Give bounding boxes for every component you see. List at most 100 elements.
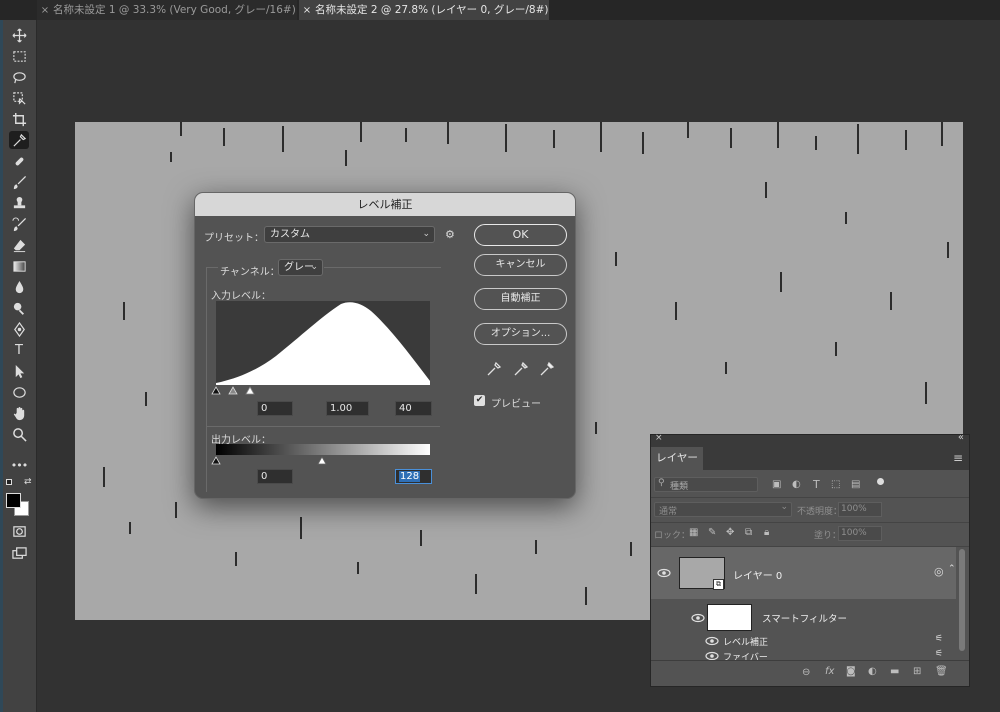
quick-mask-icon[interactable] (9, 522, 29, 540)
dodge-icon[interactable] (9, 299, 29, 317)
auto-button[interactable]: 自動補正 (474, 288, 567, 310)
opacity-field[interactable]: 100% (838, 502, 882, 517)
filter-row-levels[interactable]: レベル補正 ⚟ (651, 634, 956, 648)
marquee-icon[interactable] (9, 47, 29, 65)
smart-object-filter-icon[interactable]: ▤ (851, 479, 860, 490)
link-layers-icon[interactable]: ⊖ (802, 667, 810, 678)
lasso-icon[interactable] (9, 68, 29, 86)
white-point-eyedropper-icon[interactable] (539, 361, 555, 377)
blend-mode-select[interactable]: 通常 ⌄ (654, 502, 792, 517)
foreground-color-swatch[interactable] (6, 493, 21, 508)
lock-position-icon[interactable]: ✥ (726, 527, 734, 538)
visibility-eye-icon[interactable] (691, 613, 705, 623)
type-filter-icon[interactable]: T (813, 478, 820, 491)
texture-fiber (505, 124, 507, 152)
cancel-button[interactable]: キャンセル (474, 254, 567, 276)
channel-label: チャンネル： (220, 267, 280, 278)
blending-options-icon[interactable]: ⚟ (935, 649, 943, 659)
input-black-field[interactable]: 0 (257, 401, 293, 416)
fieldset-divider (206, 426, 440, 427)
layers-scrollbar[interactable] (959, 549, 965, 651)
output-sliders[interactable] (210, 455, 330, 465)
blur-icon[interactable] (9, 278, 29, 296)
default-colors-icon[interactable] (6, 479, 12, 485)
expand-chevron-icon[interactable]: ⌃ (948, 564, 956, 574)
zoom-icon[interactable] (9, 425, 29, 443)
lock-image-icon[interactable]: ✎ (708, 527, 716, 538)
lock-artboard-icon[interactable]: ⧉ (745, 527, 752, 538)
type-icon[interactable]: T (9, 341, 29, 359)
gear-icon[interactable]: ⚙ (445, 228, 459, 242)
crop-icon[interactable] (9, 110, 29, 128)
color-swap-controls[interactable]: ⇄ (6, 477, 34, 489)
levels-dialog: レベル補正 プリセット： カスタム ⌄ ⚙ チャンネル： グレー ⌄ 入力レベル… (194, 192, 576, 499)
pen-icon[interactable] (9, 320, 29, 338)
channel-select[interactable]: グレー ⌄ (278, 259, 323, 276)
shape-icon[interactable] (9, 383, 29, 401)
more-icon[interactable]: ••• (9, 456, 29, 474)
adjustment-filter-icon[interactable]: ◐ (792, 479, 801, 490)
object-select-icon[interactable] (9, 89, 29, 107)
lock-all-icon[interactable]: 🔒︎ (764, 527, 769, 538)
preset-select[interactable]: カスタム ⌄ (264, 226, 435, 243)
history-brush-icon[interactable] (9, 215, 29, 233)
black-point-eyedropper-icon[interactable] (486, 361, 502, 377)
fill-field[interactable]: 100% (838, 526, 882, 541)
trash-icon[interactable]: 🗑︎ (935, 666, 948, 677)
fieldset-border (206, 267, 218, 268)
input-white-field[interactable]: 40 (395, 401, 432, 416)
toolbar-edge (0, 20, 3, 712)
adjustment-layer-icon[interactable]: ◐ (868, 666, 877, 677)
tab-close-icon[interactable]: × (37, 1, 53, 20)
smart-filter-row[interactable]: スマートフィルター (651, 601, 956, 633)
hand-icon[interactable] (9, 404, 29, 422)
healing-icon[interactable] (9, 152, 29, 170)
gray-point-eyedropper-icon[interactable] (513, 361, 529, 377)
preset-label: プリセット： (204, 233, 264, 244)
layer-row-layer-0[interactable]: ⧉ レイヤー 0 ◎ ⌃ (651, 547, 956, 599)
document-tab-2[interactable]: × 名称未設定 2 @ 27.8% (レイヤー 0, グレー/8#) * (299, 0, 549, 20)
preview-label: プレビュー (491, 399, 541, 410)
color-swatches[interactable] (6, 493, 32, 519)
ok-button[interactable]: OK (474, 224, 567, 246)
texture-fiber (941, 122, 943, 146)
shape-filter-icon[interactable]: ⬚ (831, 479, 840, 490)
image-filter-icon[interactable]: ▣ (772, 479, 781, 490)
eyedropper-icon[interactable] (9, 131, 29, 149)
swap-colors-icon[interactable]: ⇄ (24, 477, 32, 487)
output-black-field[interactable]: 0 (257, 469, 293, 484)
tab-label: 名称未設定 1 @ 33.3% (Very Good, グレー/16#) * (53, 4, 297, 16)
output-white-field[interactable]: 128 (395, 469, 432, 484)
texture-fiber (675, 302, 677, 320)
new-layer-icon[interactable]: ⊞ (913, 666, 921, 677)
gradient-icon[interactable] (9, 257, 29, 275)
fx-icon[interactable]: fx (825, 666, 834, 677)
new-group-icon[interactable]: ▬ (890, 666, 899, 677)
tab-close-icon[interactable]: × (299, 1, 315, 20)
path-select-icon[interactable] (9, 362, 29, 380)
options-button[interactable]: オプション... (474, 323, 567, 345)
layer-filter-select[interactable]: ⚲ 種類 (654, 477, 758, 492)
collapse-panel-icon[interactable]: « (958, 432, 964, 443)
input-gamma-field[interactable]: 1.00 (326, 401, 369, 416)
stamp-icon[interactable] (9, 194, 29, 212)
filter-toggle-icon[interactable] (877, 478, 884, 485)
move-icon[interactable] (9, 26, 29, 44)
texture-fiber (180, 122, 182, 136)
layers-tab[interactable]: レイヤー (651, 447, 703, 470)
lock-transparency-icon[interactable]: ▦ (689, 527, 698, 538)
preview-checkbox[interactable]: ✔ (474, 395, 485, 406)
brush-icon[interactable] (9, 173, 29, 191)
input-sliders[interactable] (210, 385, 258, 395)
screen-mode-icon[interactable] (9, 544, 29, 562)
texture-fiber (235, 552, 237, 566)
texture-fiber (947, 242, 949, 258)
add-mask-icon[interactable]: ◙ (846, 666, 856, 677)
close-panel-icon[interactable]: × (655, 433, 663, 443)
visibility-eye-icon[interactable] (705, 636, 719, 646)
visibility-eye-icon[interactable] (657, 568, 671, 578)
panel-menu-icon[interactable]: ≡ (953, 451, 963, 465)
document-tab-1[interactable]: × 名称未設定 1 @ 33.3% (Very Good, グレー/16#) * (37, 0, 297, 20)
eraser-icon[interactable] (9, 236, 29, 254)
blending-options-icon[interactable]: ⚟ (935, 634, 943, 644)
